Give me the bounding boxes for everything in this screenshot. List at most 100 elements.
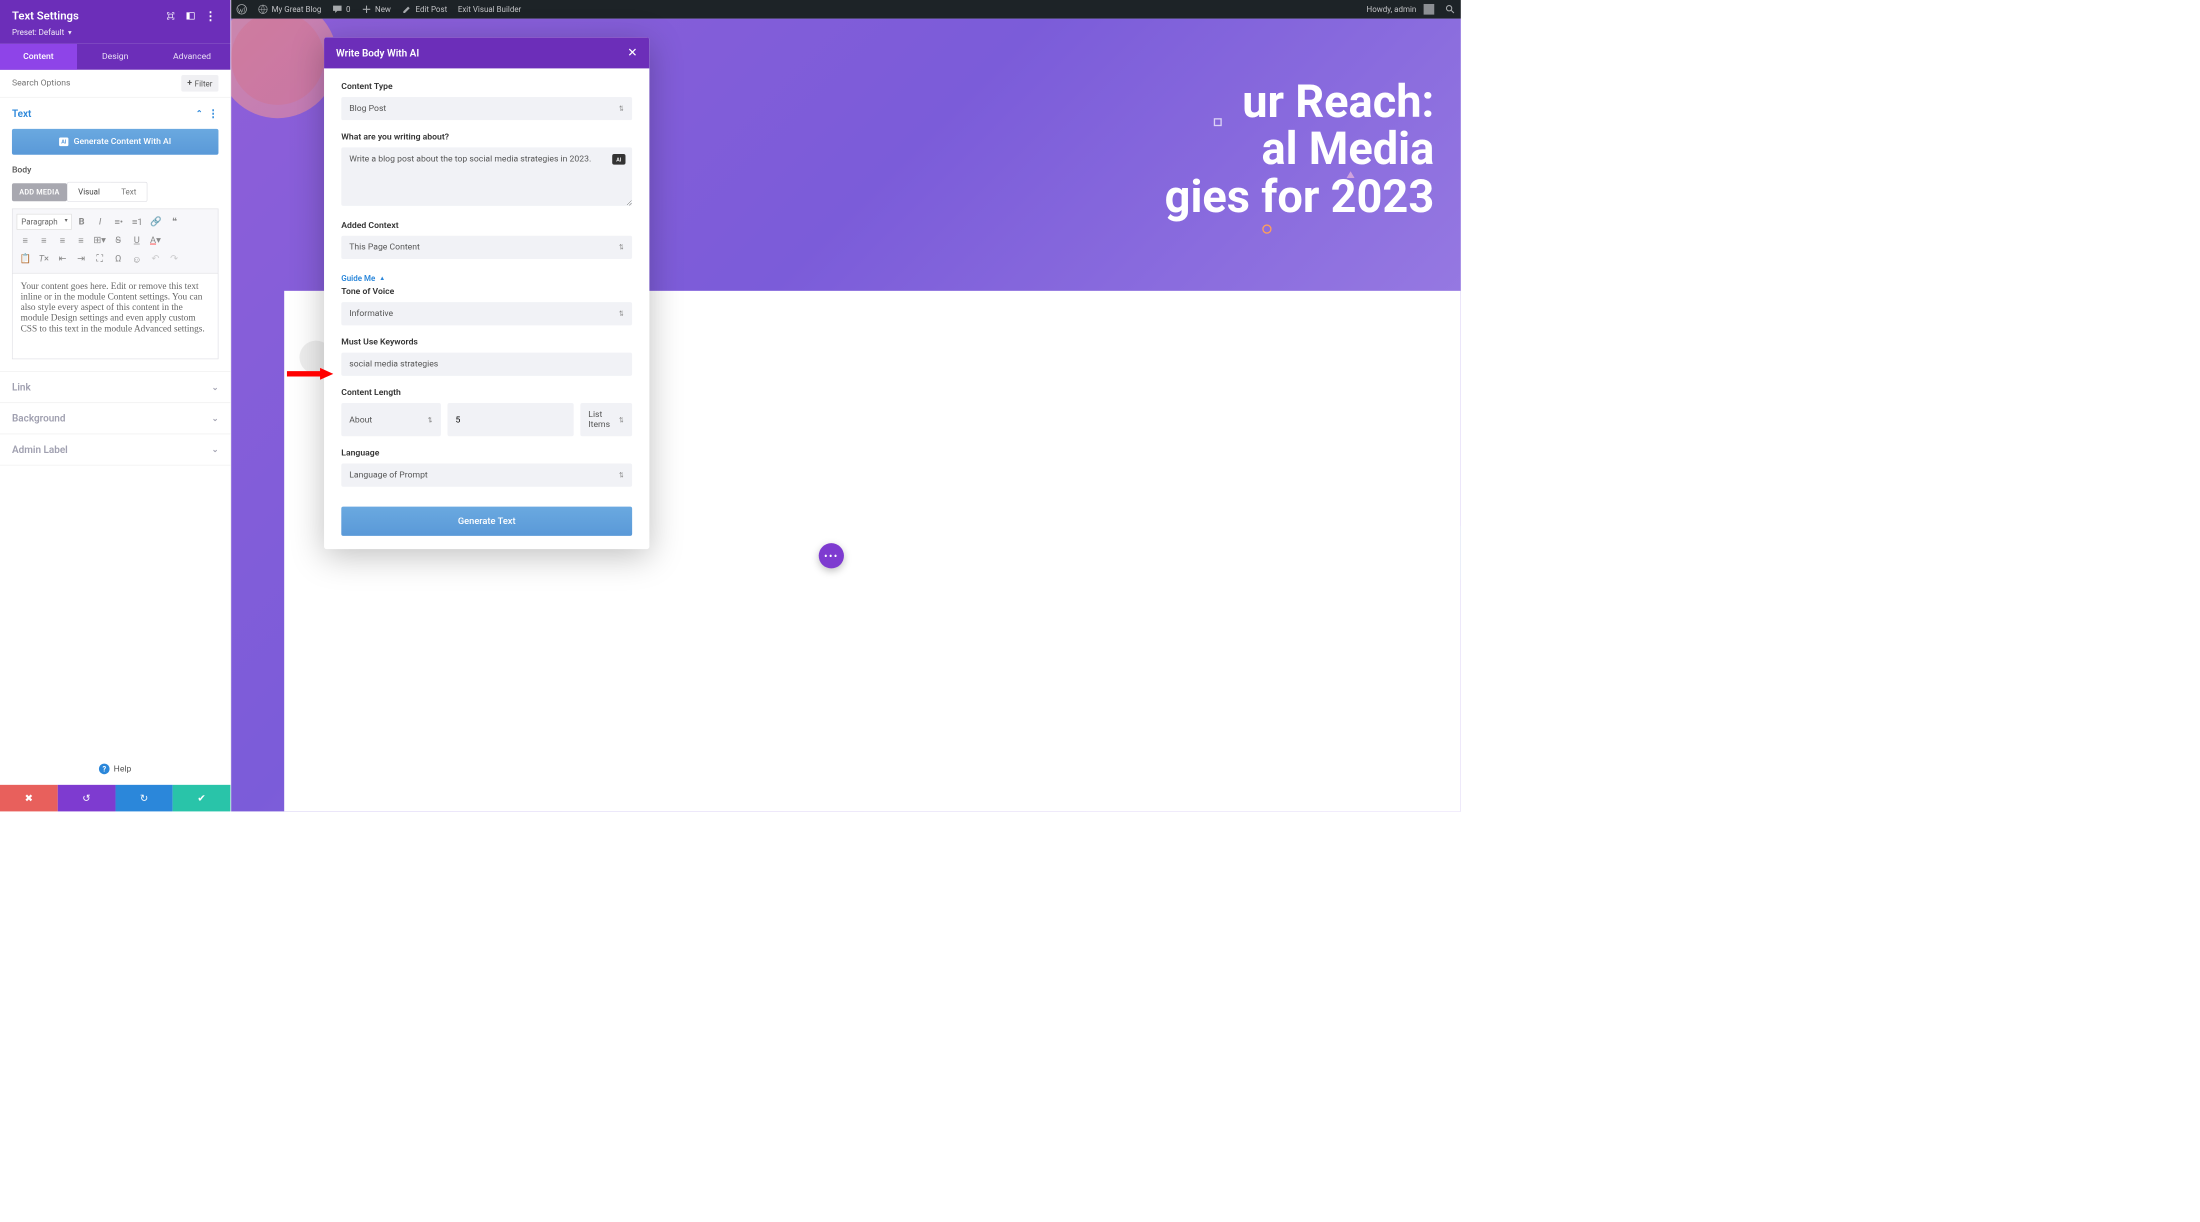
table-icon[interactable]: ⊞▾ [91, 232, 108, 249]
format-select[interactable]: Paragraph [17, 214, 72, 230]
exit-builder[interactable]: Exit Visual Builder [453, 0, 527, 19]
length-about-value: About [349, 415, 372, 425]
quote-icon[interactable]: ❝ [166, 213, 183, 230]
section-text-toggle[interactable]: Text ⌃ ⋮ [0, 98, 230, 129]
section-background-toggle[interactable]: Background⌄ [0, 403, 230, 434]
editor-content[interactable]: Your content goes here. Edit or remove t… [12, 273, 219, 359]
builder-fab[interactable]: ••• [819, 543, 844, 568]
site-name[interactable]: My Great Blog [252, 0, 326, 19]
align-justify-icon[interactable]: ≡ [72, 232, 89, 249]
about-textarea[interactable] [341, 147, 632, 205]
ai-icon: AI [59, 137, 68, 146]
emoji-icon[interactable]: ☺ [128, 250, 145, 267]
chevron-down-icon: ⌄ [212, 414, 219, 423]
align-center-icon[interactable]: ≡ [35, 232, 52, 249]
site-name-label: My Great Blog [272, 5, 322, 14]
align-right-icon[interactable]: ≡ [54, 232, 71, 249]
bold-icon[interactable]: B [73, 213, 90, 230]
language-label: Language [341, 448, 632, 458]
section-link-toggle[interactable]: Link ⌄ [0, 372, 230, 403]
section-more-icon[interactable]: ⋮ [208, 107, 219, 120]
editor-tab-text[interactable]: Text [111, 183, 147, 202]
more-icon[interactable]: ⋮ [203, 8, 219, 24]
content-type-select[interactable]: Blog Post [341, 97, 632, 120]
keywords-input[interactable] [341, 353, 632, 376]
modal-area: Write Body With AI ✕ Content Type Blog P… [231, 19, 1461, 812]
preset-selector[interactable]: Preset: Default▼ [12, 28, 219, 37]
language-value: Language of Prompt [349, 470, 427, 480]
add-media-button[interactable]: ADD MEDIA [12, 183, 67, 201]
tab-content[interactable]: Content [0, 44, 77, 70]
keywords-label: Must Use Keywords [341, 337, 632, 347]
annotation-arrow [287, 367, 333, 382]
ol-icon[interactable]: ≡1 [129, 213, 146, 230]
omega-icon[interactable]: Ω [110, 250, 127, 267]
expand-icon[interactable] [163, 8, 179, 24]
length-unit-value: List Items [588, 410, 618, 430]
sidebar-header: Text Settings ⋮ Preset: Default▼ [0, 0, 230, 44]
search-input[interactable] [12, 78, 181, 88]
generate-text-button[interactable]: Generate Text [341, 507, 632, 536]
close-icon[interactable]: ✕ [627, 46, 637, 60]
search-icon[interactable] [1440, 0, 1461, 19]
context-value: This Page Content [349, 242, 420, 252]
undo-icon[interactable]: ↶ [147, 250, 164, 267]
exit-label: Exit Visual Builder [458, 5, 521, 14]
chevron-up-icon: ⌃ [196, 109, 203, 118]
section-adminlabel-label: Admin Label [12, 444, 68, 456]
tab-design[interactable]: Design [77, 44, 154, 70]
redo-icon[interactable]: ↷ [165, 250, 182, 267]
length-unit-select[interactable]: List Items [580, 403, 632, 436]
chevron-down-icon: ⌄ [212, 382, 219, 391]
preset-label: Preset: Default [12, 28, 64, 37]
link-icon[interactable]: 🔗 [147, 213, 164, 230]
filter-button[interactable]: +Filter [181, 75, 218, 92]
save-button[interactable]: ✔ [173, 785, 231, 812]
italic-icon[interactable]: I [92, 213, 109, 230]
outdent-icon[interactable]: ⇥ [72, 250, 89, 267]
ai-badge-icon[interactable]: AI [612, 154, 625, 165]
wp-logo[interactable] [231, 0, 252, 19]
language-select[interactable]: Language of Prompt [341, 463, 632, 486]
cancel-button[interactable]: ✖ [0, 785, 58, 812]
generate-ai-button[interactable]: AI Generate Content With AI [12, 129, 219, 155]
section-adminlabel-toggle[interactable]: Admin Label ⌄ [0, 434, 230, 465]
content-type-label: Content Type [341, 82, 632, 92]
redo-action-button[interactable]: ↻ [115, 785, 173, 812]
content-type-value: Blog Post [349, 104, 386, 114]
guide-label: Guide Me [341, 274, 375, 283]
underline-icon[interactable]: U [128, 232, 145, 249]
sidebar-tabs: Content Design Advanced [0, 44, 230, 70]
guide-me-toggle[interactable]: Guide Me ▲ [341, 274, 385, 283]
new-content[interactable]: New [356, 0, 396, 19]
indent-icon[interactable]: ⇤ [54, 250, 71, 267]
caret-up-icon: ▲ [379, 275, 385, 282]
align-left-icon[interactable]: ≡ [17, 232, 34, 249]
tab-advanced[interactable]: Advanced [154, 44, 231, 70]
filter-label: Filter [195, 79, 213, 88]
modal-header: Write Body With AI ✕ [324, 37, 649, 68]
howdy-user[interactable]: Howdy, admin [1361, 0, 1439, 19]
edit-label: Edit Post [415, 5, 447, 14]
fullscreen-icon[interactable]: ⛶ [91, 250, 108, 267]
section-link-label: Link [12, 381, 31, 393]
undo-action-button[interactable]: ↺ [58, 785, 116, 812]
help-icon: ? [99, 764, 110, 775]
chevron-down-icon: ⌄ [212, 445, 219, 454]
paste-icon[interactable]: 📋 [17, 250, 34, 267]
section-text-label: Text [12, 107, 31, 119]
comments[interactable]: 0 [327, 0, 356, 19]
strike-icon[interactable]: S [110, 232, 127, 249]
edit-post[interactable]: Edit Post [396, 0, 452, 19]
length-about-select[interactable]: About [341, 403, 441, 436]
tone-select[interactable]: Informative [341, 302, 632, 325]
help-link[interactable]: ?Help [0, 753, 230, 785]
ul-icon[interactable]: ≡• [110, 213, 127, 230]
modal-title: Write Body With AI [336, 47, 627, 59]
textcolor-icon[interactable]: A▾ [147, 232, 164, 249]
dock-icon[interactable] [183, 8, 199, 24]
editor-tab-visual[interactable]: Visual [68, 183, 111, 202]
context-select[interactable]: This Page Content [341, 236, 632, 259]
clear-icon[interactable]: T× [35, 250, 52, 267]
length-number-input[interactable] [448, 403, 574, 436]
